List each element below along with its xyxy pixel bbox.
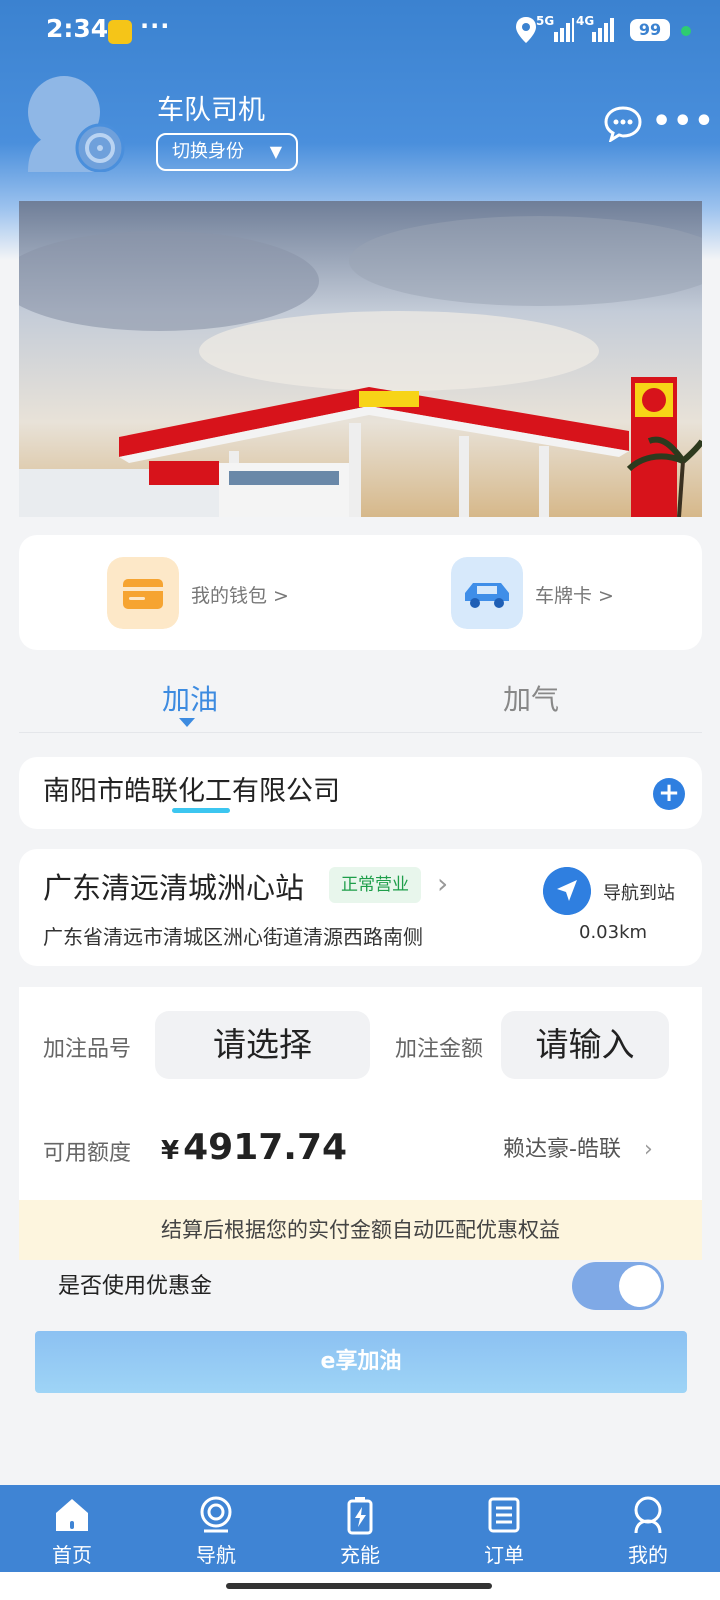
signal-icon [592, 18, 614, 42]
nav-profile[interactable]: 我的 [598, 1485, 698, 1572]
wallet-icon [107, 557, 179, 629]
station-card: 广东清远清城洲心站 正常营业 › 广东省清远市清城区洲心街道清源西路南侧 导航到… [19, 849, 702, 966]
home-icon [56, 1499, 88, 1531]
nav-charge[interactable]: 充能 [310, 1485, 410, 1572]
more-options-icon[interactable]: ••• [652, 107, 716, 137]
account-selector[interactable]: 赖达豪-皓联 › [503, 1131, 653, 1163]
nav-orders[interactable]: 订单 [454, 1485, 554, 1572]
credit-label: 可用额度 [43, 1141, 132, 1166]
plate-card-label: 车牌卡 > [535, 585, 614, 607]
profile-icon [634, 1496, 662, 1534]
company-underline [172, 808, 230, 813]
navigate-to-station-icon[interactable] [543, 867, 591, 915]
gas-station-banner[interactable] [19, 201, 702, 517]
signal-icon [554, 18, 574, 42]
add-company-button[interactable]: + [653, 778, 685, 810]
battery-icon: 99 [630, 19, 670, 41]
company-card[interactable]: 南阳市皓联化工有限公司 + [19, 757, 702, 829]
status-bar: 2:34 ··· 5G 4G 99 [0, 0, 720, 62]
amount-label: 加注金额 [395, 1037, 484, 1062]
credit-amount: ¥4917.74 [161, 1127, 347, 1168]
navigate-to-station-label[interactable]: 导航到站 [603, 879, 675, 905]
coupon-label: 是否使用优惠金 [58, 1274, 213, 1299]
company-name: 南阳市皓联化工有限公司 [43, 776, 340, 807]
e-refuel-button[interactable]: e享加油 [35, 1331, 687, 1393]
credit-value: 4917.74 [183, 1127, 348, 1168]
system-gesture-bar [0, 1572, 720, 1600]
status-dot [681, 26, 691, 36]
grade-select[interactable]: 请选择 [155, 1011, 370, 1079]
nav-home-label: 首页 [52, 1543, 92, 1567]
toggle-knob [619, 1265, 661, 1307]
navigation-icon [200, 1496, 232, 1533]
avatar[interactable] [22, 72, 127, 172]
location-icon [516, 17, 536, 43]
nav-navigation-label: 导航 [196, 1543, 236, 1567]
order-icon [488, 1497, 520, 1533]
message-icon[interactable] [604, 106, 642, 142]
switch-identity-button[interactable]: 切换身份 ▼ [156, 133, 298, 171]
nav-charge-label: 充能 [340, 1543, 380, 1567]
chevron-right-icon: › [643, 1137, 653, 1162]
nav-home[interactable]: 首页 [22, 1485, 122, 1572]
tab-refuel[interactable]: 加油 [162, 678, 218, 718]
user-role: 车队司机 [157, 95, 265, 126]
plate-card-entry[interactable]: 车牌卡 > [451, 557, 651, 629]
nav-navigation[interactable]: 导航 [166, 1485, 266, 1572]
fuel-type-tabs: 加油 加气 [19, 666, 702, 733]
account-name: 赖达豪-皓联 [503, 1137, 621, 1162]
car-icon [451, 557, 523, 629]
nav-orders-label: 订单 [484, 1543, 524, 1567]
chevron-right-icon[interactable]: › [437, 867, 448, 900]
dropdown-triangle-icon: ▼ [269, 142, 282, 161]
bottom-navigation: 首页 导航 充能 订单 我的 [0, 1485, 720, 1572]
active-tab-caret [179, 718, 195, 727]
fuel-form: 加注品号 请选择 加注金额 请输入 可用额度 ¥4917.74 赖达豪-皓联 › [19, 987, 702, 1200]
station-address: 广东省清远市清城区洲心街道清源西路南侧 [43, 925, 423, 949]
switch-identity-label: 切换身份 [172, 141, 244, 162]
wallet-entry[interactable]: 我的钱包 > [107, 557, 327, 629]
home-indicator[interactable] [226, 1583, 492, 1589]
status-more-icon: ··· [140, 12, 171, 40]
currency-symbol: ¥ [161, 1136, 180, 1166]
discount-notice: 结算后根据您的实付金额自动匹配优惠权益 [19, 1200, 702, 1260]
grade-label: 加注品号 [43, 1037, 132, 1062]
nav-profile-label: 我的 [628, 1543, 668, 1567]
tab-gas[interactable]: 加气 [503, 678, 559, 718]
station-status-badge: 正常营业 [329, 867, 421, 903]
amount-input[interactable]: 请输入 [501, 1011, 669, 1079]
wallet-label: 我的钱包 > [191, 585, 289, 607]
station-distance: 0.03km [579, 922, 648, 943]
status-time: 2:34 [46, 14, 109, 43]
app-notification-icon [108, 20, 132, 44]
coupon-toggle[interactable] [572, 1262, 664, 1310]
quick-actions-card: 我的钱包 > 车牌卡 > [19, 535, 702, 650]
station-name[interactable]: 广东清远清城洲心站 [43, 865, 304, 907]
charge-icon [347, 1497, 373, 1535]
